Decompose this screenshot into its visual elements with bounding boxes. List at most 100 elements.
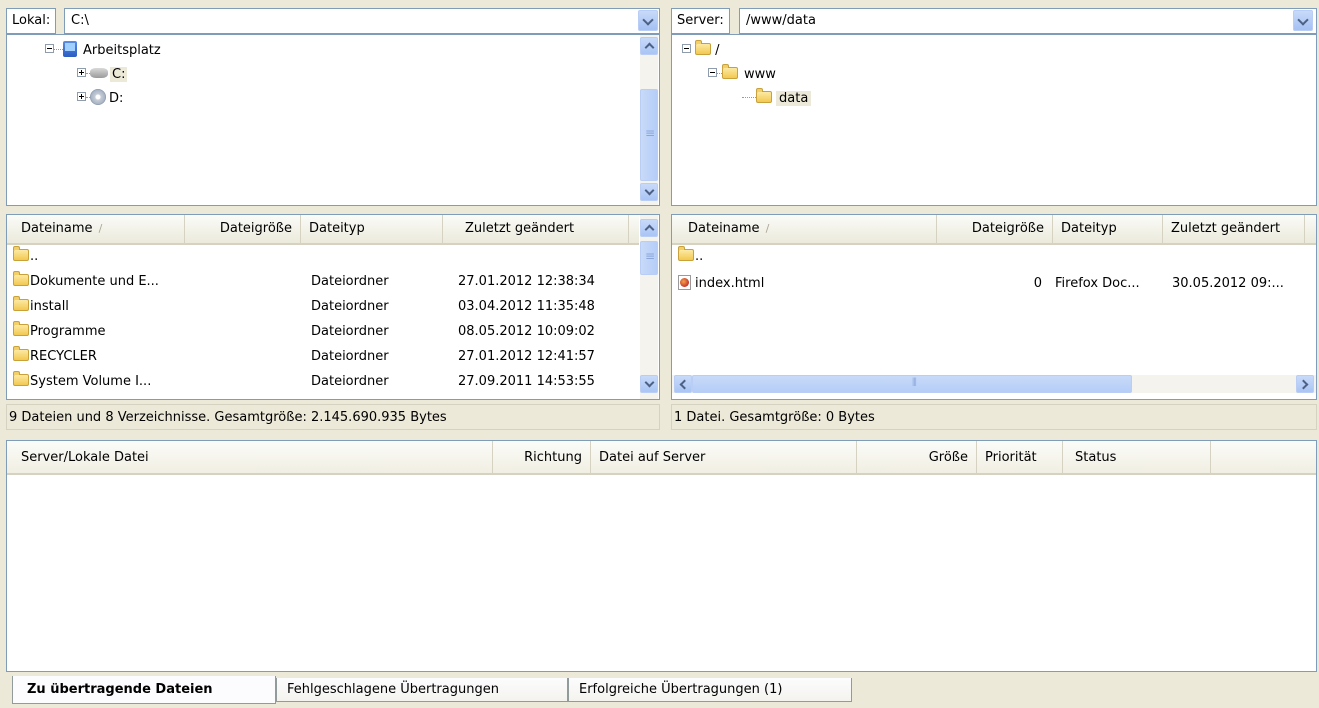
file-type: Dateiordner [311,374,389,389]
column-header-size[interactable]: Größe [857,441,977,475]
tree-item-label: C: [110,67,128,82]
list-item[interactable]: index.html 0 Firefox Doc... 30.05.2012 0… [672,272,1316,296]
scroll-thumb[interactable] [640,241,658,275]
local-path-dropdown-button[interactable] [638,10,658,31]
collapse-icon[interactable] [45,44,54,53]
column-header-modified[interactable]: Zuletzt geändert [443,215,629,243]
remote-file-list[interactable]: Dateiname / Dateigröße Dateityp Zuletzt g… [671,214,1317,400]
file-size: 0 [1033,276,1042,291]
column-header-priority[interactable]: Priorität [977,441,1063,475]
local-path-bar: Lokal: C:\ [6,8,660,34]
file-name: .. [13,245,183,269]
remote-path-dropdown-button[interactable] [1293,10,1313,31]
local-status-bar: 9 Dateien und 8 Verzeichnisse. Gesamtgrö… [6,404,660,430]
list-item[interactable]: install Dateiordner 03.04.2012 11:35:48 [7,295,637,319]
scroll-down-button[interactable] [640,375,658,393]
scroll-thumb[interactable] [692,375,1132,393]
scroll-thumb[interactable] [640,89,658,181]
file-modified: 08.05.2012 10:09:02 [458,324,595,339]
column-header-server-local-file[interactable]: Server/Lokale Datei [7,441,493,475]
folder-icon [695,40,712,55]
expand-icon[interactable] [77,68,86,77]
column-header-type[interactable]: Dateityp [1053,215,1163,243]
list-item[interactable]: .. [7,245,637,269]
collapse-icon[interactable] [708,68,717,77]
tree-item-label: Arbeitsplatz [83,43,161,58]
file-name: Dokumente und E... [13,270,195,294]
file-name: RECYCLER [13,345,195,369]
tab-queued-files[interactable]: Zu übertragende Dateien [12,676,276,704]
column-header-name[interactable]: Dateiname / [672,215,937,243]
local-list-scrollbar[interactable] [640,215,658,399]
folder-icon [13,371,29,386]
scroll-right-button[interactable] [1296,375,1314,393]
column-header-modified[interactable]: Zuletzt geändert [1163,215,1305,243]
folder-icon [722,64,738,79]
expand-icon[interactable] [77,92,86,101]
remote-path-input[interactable]: /www/data [739,8,1317,34]
list-item[interactable]: Programme Dateiordner 08.05.2012 10:09:0… [7,320,637,344]
local-tree-pane[interactable]: Arbeitsplatz C: D: [6,34,660,206]
tree-item-www[interactable]: www [708,64,776,86]
column-header-size[interactable]: Dateigröße [937,215,1053,243]
list-item[interactable]: Dokumente und E... Dateiordner 27.01.201… [7,270,637,294]
folder-icon [13,246,29,261]
tree-item-label: / [715,43,720,58]
file-name: .. [678,245,928,269]
transfer-queue[interactable]: Server/Lokale Datei Richtung Datei auf S… [6,440,1317,672]
file-type: Dateiordner [311,299,389,314]
sort-ascending-icon: / [98,222,103,235]
remote-status-bar: 1 Datei. Gesamtgröße: 0 Bytes [671,404,1317,430]
hard-drive-icon [90,68,108,78]
cd-drive-icon [90,89,106,105]
file-modified: 03.04.2012 11:35:48 [458,299,595,314]
folder-icon [13,271,29,286]
column-header-server-file[interactable]: Datei auf Server [591,441,857,475]
computer-icon [63,41,77,57]
scroll-left-button[interactable] [674,375,692,393]
column-header-name[interactable]: Dateiname / [7,215,185,243]
file-type: Dateiordner [311,274,389,289]
list-item[interactable]: .. [672,245,1316,269]
list-item[interactable]: RECYCLER Dateiordner 27.01.2012 12:41:57 [7,345,637,369]
file-modified: 30.05.2012 09:... [1172,276,1284,291]
list-item[interactable]: System Volume I... Dateiordner 27.09.201… [7,370,637,394]
local-file-list[interactable]: Dateiname / Dateigröße Dateityp Zuletzt g… [6,214,660,400]
tab-failed-transfers[interactable]: Fehlgeschlagene Übertragungen [276,678,568,702]
file-name: index.html [678,272,928,296]
tree-item-d-drive[interactable]: D: [77,88,123,110]
tree-item-data[interactable]: data [742,88,812,110]
remote-path-bar: Server: /www/data [671,8,1317,34]
local-tree-scrollbar[interactable] [640,35,658,205]
queue-header: Server/Lokale Datei Richtung Datei auf S… [7,441,1316,475]
tree-item-label: D: [109,91,124,106]
file-type: Dateiordner [311,324,389,339]
column-header-size[interactable]: Dateigröße [185,215,301,243]
remote-list-horizontal-scrollbar[interactable] [672,375,1316,393]
scroll-up-button[interactable] [640,219,658,237]
local-path-input[interactable]: C:\ [64,8,660,34]
column-header-direction[interactable]: Richtung [493,441,591,475]
remote-tree-pane[interactable]: / www data [671,34,1317,206]
sort-ascending-icon: / [765,222,770,235]
folder-icon [756,88,772,103]
folder-icon [13,321,29,336]
folder-icon [13,346,29,361]
tab-successful-transfers[interactable]: Erfolgreiche Übertragungen (1) [568,678,852,702]
column-header-type[interactable]: Dateityp [301,215,443,243]
remote-list-header: Dateiname / Dateigröße Dateityp Zuletzt g… [672,215,1316,245]
tree-item-arbeitsplatz[interactable]: Arbeitsplatz [45,40,161,62]
file-name: Programme [13,320,195,344]
scroll-down-button[interactable] [640,183,658,201]
file-type: Dateiordner [311,349,389,364]
column-header-status[interactable]: Status [1063,441,1211,475]
collapse-icon[interactable] [682,44,691,53]
scroll-up-button[interactable] [640,37,658,55]
file-type: Firefox Doc... [1055,276,1140,291]
file-name: install [13,295,195,319]
remote-path-label: Server: [671,8,730,34]
tree-item-root[interactable]: / [682,40,720,62]
tree-item-c-drive[interactable]: C: [77,64,128,86]
tree-item-label: data [776,91,812,106]
tree-item-label: www [744,67,776,82]
